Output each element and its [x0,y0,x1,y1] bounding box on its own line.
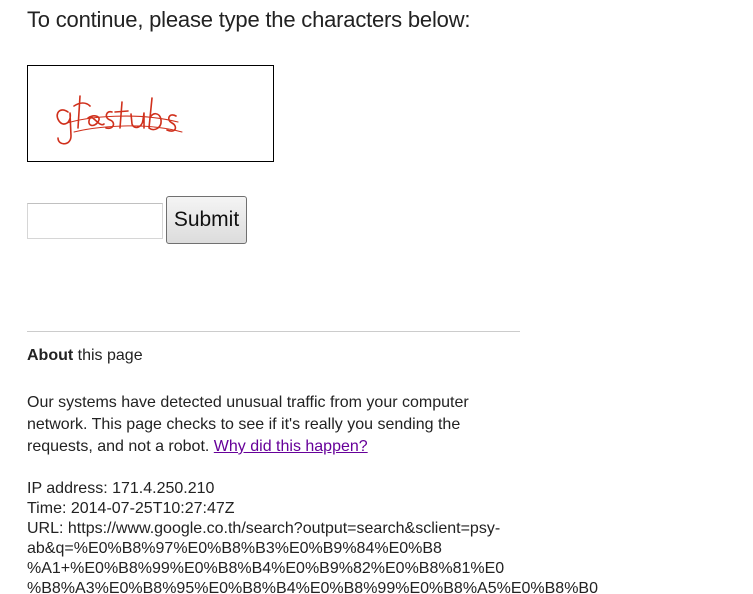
about-heading-rest: this page [73,347,143,364]
page-heading: To continue, please type the characters … [27,7,471,32]
url-line-2: ab&q=%E0%B8%97%E0%B8%B3%E0%B9%84%E0%B8 [27,540,442,557]
captcha-image [27,65,274,162]
submit-button[interactable]: Submit [166,196,247,244]
captcha-graphic [56,95,183,145]
url-line-1: URL: https://www.google.co.th/search?out… [27,520,501,537]
divider [27,331,520,332]
about-paragraph: Our systems have detected unusual traffi… [27,392,517,458]
request-details: IP address: 171.4.250.210 Time: 2014-07-… [27,479,598,594]
captcha-answer-input[interactable] [27,203,163,239]
url-line-4: %B8%A3%E0%B8%95%E0%B8%B4%E0%B8%99%E0%B8%… [27,580,598,594]
ip-address-line: IP address: 171.4.250.210 [27,480,215,497]
captcha-page: To continue, please type the characters … [0,0,753,594]
url-line-3: %A1+%E0%B8%99%E0%B8%B4%E0%B9%82%E0%B8%81… [27,560,505,577]
about-heading: About this page [27,347,143,365]
time-line: Time: 2014-07-25T10:27:47Z [27,500,235,517]
about-heading-bold: About [27,347,74,364]
why-did-this-happen-link[interactable]: Why did this happen? [214,438,368,455]
